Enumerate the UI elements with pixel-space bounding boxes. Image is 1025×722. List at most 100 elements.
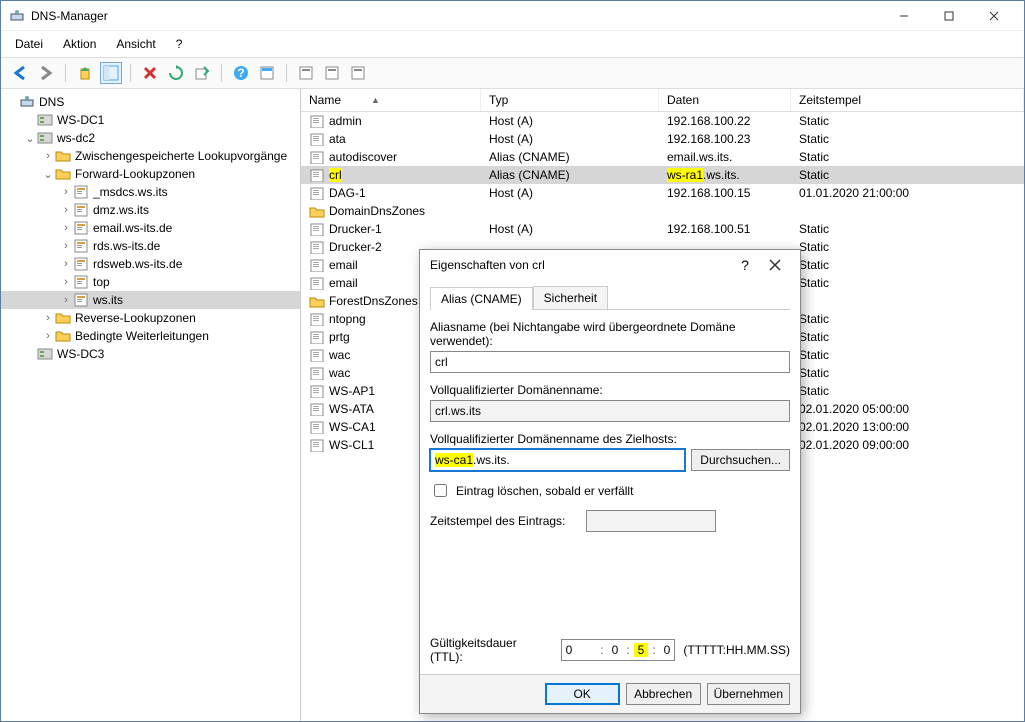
col-daten[interactable]: Daten bbox=[659, 89, 791, 111]
rec-icon bbox=[309, 438, 325, 452]
expand-toggle-icon[interactable]: › bbox=[41, 312, 55, 324]
tree-item[interactable]: WS-DC3 bbox=[1, 345, 300, 363]
tree-item[interactable]: › email.ws-its.de bbox=[1, 219, 300, 237]
close-button[interactable] bbox=[971, 2, 1016, 30]
expand-toggle-icon[interactable]: › bbox=[41, 150, 55, 162]
tree-item-label: Reverse-Lookupzonen bbox=[75, 311, 196, 325]
show-tree-button[interactable] bbox=[100, 62, 122, 84]
tree-item[interactable]: › _msdcs.ws.its bbox=[1, 183, 300, 201]
tree-item[interactable]: › Zwischengespeicherte Lookupvorgänge bbox=[1, 147, 300, 165]
cell-typ: Alias (CNAME) bbox=[481, 168, 659, 182]
tree-item-label: rds.ws-its.de bbox=[93, 239, 160, 253]
prop-button-2[interactable] bbox=[321, 62, 343, 84]
ttl-input[interactable]: 0 :0 :5 :0 bbox=[561, 639, 676, 661]
cell-zeitstempel: Static bbox=[791, 276, 1024, 290]
menu-ansicht[interactable]: Ansicht bbox=[112, 35, 159, 53]
folder-icon bbox=[55, 328, 71, 344]
input-target[interactable]: ws-ca1.ws.its. bbox=[430, 449, 685, 471]
expand-toggle-icon[interactable]: › bbox=[59, 276, 73, 288]
export-button[interactable] bbox=[191, 62, 213, 84]
rec-icon bbox=[309, 222, 325, 236]
expand-toggle-icon[interactable]: › bbox=[59, 186, 73, 198]
list-row[interactable]: autodiscover Alias (CNAME) email.ws.its.… bbox=[301, 148, 1024, 166]
cell-typ: Host (A) bbox=[481, 132, 659, 146]
tree-pane[interactable]: DNS WS-DC1⌄ ws-dc2› Zwischengespeicherte… bbox=[1, 89, 301, 721]
expand-toggle-icon[interactable]: › bbox=[59, 258, 73, 270]
tree-item[interactable]: WS-DC1 bbox=[1, 111, 300, 129]
expand-toggle-icon[interactable]: › bbox=[59, 240, 73, 252]
cell-daten: 192.168.100.51 bbox=[659, 222, 791, 236]
tab-alias[interactable]: Alias (CNAME) bbox=[430, 287, 533, 310]
menu-aktion[interactable]: Aktion bbox=[59, 35, 100, 53]
dialog-close-button[interactable] bbox=[760, 251, 790, 279]
tree-item[interactable]: ⌄ ws-dc2 bbox=[1, 129, 300, 147]
cell-name: admin bbox=[301, 114, 481, 129]
delete-button[interactable] bbox=[139, 62, 161, 84]
checkbox-delete-stale[interactable] bbox=[434, 484, 447, 497]
apply-button[interactable]: Übernehmen bbox=[707, 683, 790, 705]
ok-button[interactable]: OK bbox=[545, 683, 620, 705]
nav-fwd-button[interactable] bbox=[35, 62, 57, 84]
input-aliasname[interactable] bbox=[430, 351, 790, 373]
cell-name: Drucker-1 bbox=[301, 222, 481, 237]
maximize-button[interactable] bbox=[926, 2, 971, 30]
menu-help[interactable]: ? bbox=[172, 35, 187, 53]
tree-item[interactable]: › Reverse-Lookupzonen bbox=[1, 309, 300, 327]
refresh-button[interactable] bbox=[165, 62, 187, 84]
expand-toggle-icon[interactable]: › bbox=[59, 222, 73, 234]
dns-icon bbox=[19, 94, 35, 110]
col-zeitstempel[interactable]: Zeitstempel bbox=[791, 89, 1024, 111]
nav-back-button[interactable] bbox=[9, 62, 31, 84]
list-row[interactable]: crl Alias (CNAME) ws-ra1.ws.its. Static bbox=[301, 166, 1024, 184]
tree-item-label: ws-dc2 bbox=[57, 131, 95, 145]
tree-root[interactable]: DNS bbox=[1, 93, 300, 111]
expand-toggle-icon[interactable]: › bbox=[41, 330, 55, 342]
tree-item[interactable]: › rds.ws-its.de bbox=[1, 237, 300, 255]
dialog-help-button[interactable]: ? bbox=[730, 251, 760, 279]
label-delete-stale: Eintrag löschen, sobald er verfällt bbox=[456, 484, 633, 498]
cell-name: crl bbox=[301, 168, 481, 183]
expand-toggle-icon[interactable]: ⌄ bbox=[23, 132, 37, 145]
tab-security[interactable]: Sicherheit bbox=[533, 286, 608, 309]
cell-zeitstempel: 02.01.2020 05:00:00 bbox=[791, 402, 1024, 416]
cell-zeitstempel: Static bbox=[791, 366, 1024, 380]
server-icon bbox=[37, 130, 53, 146]
rec-icon bbox=[309, 348, 325, 362]
folder-icon bbox=[55, 310, 71, 326]
zone-icon bbox=[73, 220, 89, 236]
zone-icon bbox=[73, 256, 89, 272]
rec-icon bbox=[309, 150, 325, 164]
cancel-button[interactable]: Abbrechen bbox=[626, 683, 701, 705]
browse-button[interactable]: Durchsuchen... bbox=[691, 449, 790, 471]
expand-toggle-icon[interactable]: › bbox=[59, 204, 73, 216]
tree-item[interactable]: ⌄ Forward-Lookupzonen bbox=[1, 165, 300, 183]
prop-button-3[interactable] bbox=[347, 62, 369, 84]
list-row[interactable]: ata Host (A) 192.168.100.23 Static bbox=[301, 130, 1024, 148]
rec-icon bbox=[309, 168, 325, 182]
list-row[interactable]: DAG-1 Host (A) 192.168.100.15 01.01.2020… bbox=[301, 184, 1024, 202]
menu-datei[interactable]: Datei bbox=[11, 35, 47, 53]
cell-zeitstempel: Static bbox=[791, 114, 1024, 128]
tree-item[interactable]: › ws.its bbox=[1, 291, 300, 309]
tree-item[interactable]: › rdsweb.ws-its.de bbox=[1, 255, 300, 273]
expand-toggle-icon[interactable]: › bbox=[59, 294, 73, 306]
list-row[interactable]: DomainDnsZones bbox=[301, 202, 1024, 220]
col-name[interactable]: Name▲ bbox=[301, 89, 481, 111]
list-row[interactable]: Drucker-1 Host (A) 192.168.100.51 Static bbox=[301, 220, 1024, 238]
cell-zeitstempel: Static bbox=[791, 348, 1024, 362]
expand-toggle-icon[interactable]: ⌄ bbox=[41, 168, 55, 181]
tree-item[interactable]: › top bbox=[1, 273, 300, 291]
list-row[interactable]: admin Host (A) 192.168.100.22 Static bbox=[301, 112, 1024, 130]
col-typ[interactable]: Typ bbox=[481, 89, 659, 111]
cell-typ: Host (A) bbox=[481, 222, 659, 236]
prop-button-1[interactable] bbox=[295, 62, 317, 84]
cell-zeitstempel: 02.01.2020 13:00:00 bbox=[791, 420, 1024, 434]
rec-icon bbox=[309, 402, 325, 416]
up-button[interactable] bbox=[74, 62, 96, 84]
folder-icon bbox=[309, 294, 325, 308]
tree-item[interactable]: › dmz.ws.its bbox=[1, 201, 300, 219]
minimize-button[interactable] bbox=[881, 2, 926, 30]
tree-item[interactable]: › Bedingte Weiterleitungen bbox=[1, 327, 300, 345]
filter-button[interactable] bbox=[256, 62, 278, 84]
help-button[interactable] bbox=[230, 62, 252, 84]
